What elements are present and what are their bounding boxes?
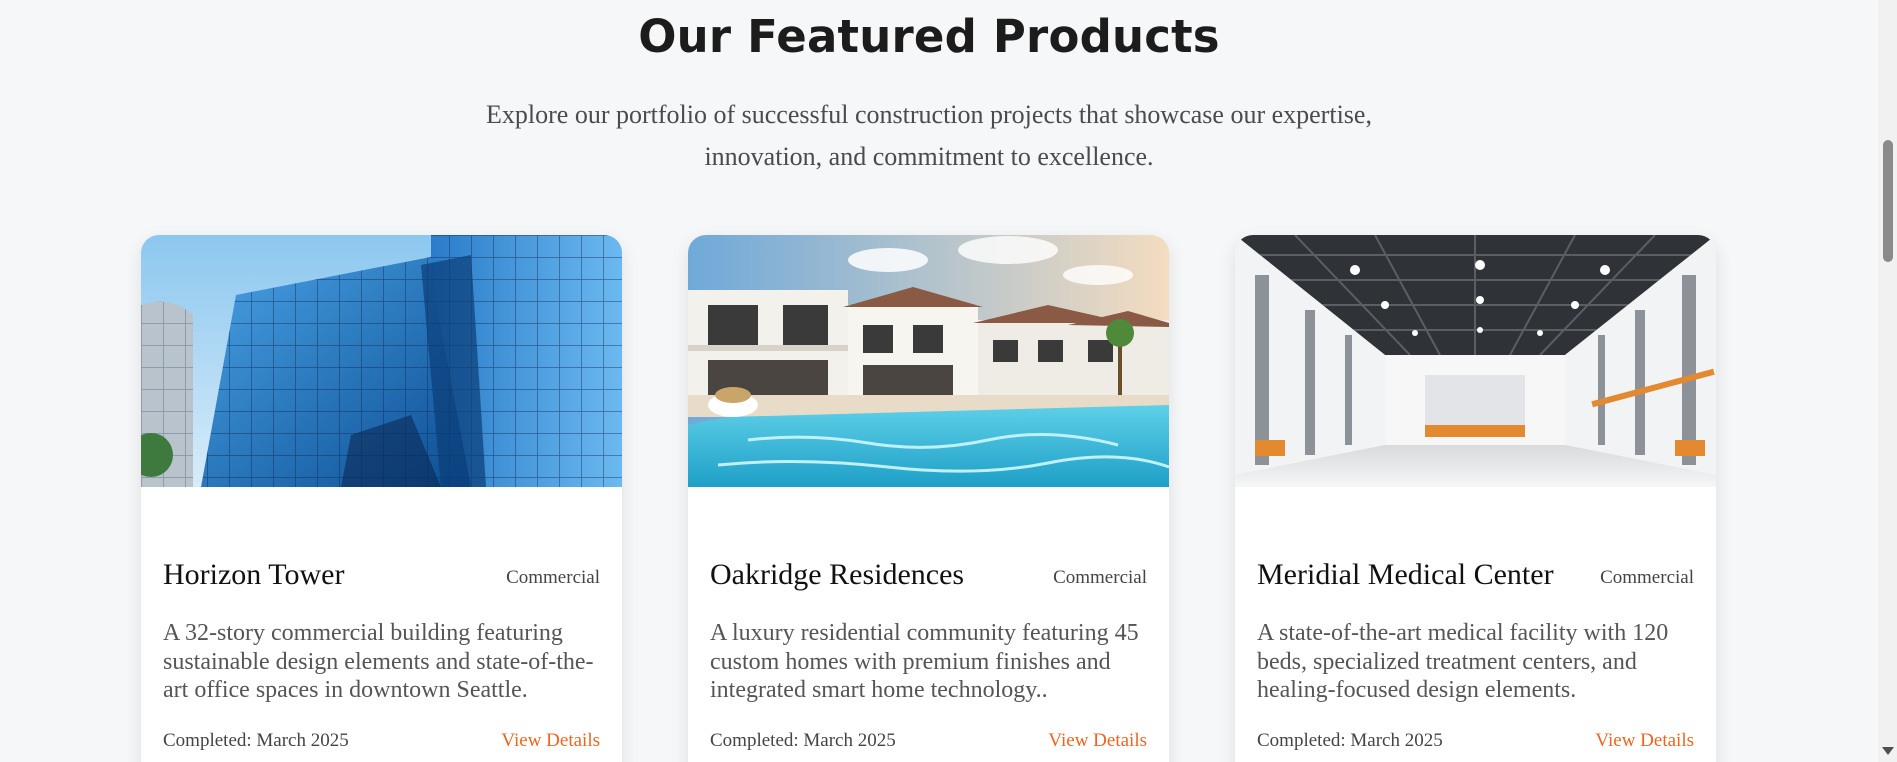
view-details-link[interactable]: View Details [1048, 730, 1147, 752]
product-description: A 32-story commercial building featuring… [163, 620, 594, 703]
scroll-down-arrow-icon[interactable] [1882, 747, 1894, 755]
product-completed-date: Completed: March 2025 [710, 730, 896, 751]
section-subtitle: Explore our portfolio of successful cons… [470, 94, 1388, 178]
scrollbar-thumb[interactable] [1883, 140, 1893, 262]
product-image-villas-pool[interactable] [688, 235, 1169, 487]
featured-products-page: Our Featured Products Explore our portfo… [0, 0, 1878, 762]
subtitle-line-1: Explore our portfolio of successful cons… [486, 100, 1372, 129]
product-image-skyscraper[interactable] [141, 235, 622, 487]
product-completed-date: Completed: March 2025 [163, 730, 349, 751]
product-description: A state-of-the-art medical facility with… [1257, 620, 1669, 703]
product-completed-date: Completed: March 2025 [1257, 730, 1443, 751]
view-details-link[interactable]: View Details [1595, 730, 1694, 752]
product-card-horizon-tower[interactable]: Horizon Tower Commercial A 32-story comm… [141, 235, 622, 762]
product-category-badge: Commercial [506, 567, 600, 588]
subtitle-line-2: innovation, and commitment to excellence… [704, 142, 1154, 171]
product-title: Meridial Medical Center [1257, 558, 1554, 591]
product-title: Horizon Tower [163, 558, 345, 591]
vertical-scrollbar[interactable] [1878, 0, 1897, 762]
section-title: Our Featured Products [638, 10, 1220, 63]
product-description: A luxury residential community featuring… [710, 620, 1139, 703]
product-category-badge: Commercial [1053, 567, 1147, 588]
product-image-warehouse[interactable] [1235, 235, 1716, 487]
product-card-oakridge-residences[interactable]: Oakridge Residences Commercial A luxury … [688, 235, 1169, 762]
product-title: Oakridge Residences [710, 558, 965, 591]
view-details-link[interactable]: View Details [501, 730, 600, 752]
product-category-badge: Commercial [1600, 567, 1694, 588]
product-card-meridial-medical-center[interactable]: Meridial Medical Center Commercial A sta… [1235, 235, 1716, 762]
